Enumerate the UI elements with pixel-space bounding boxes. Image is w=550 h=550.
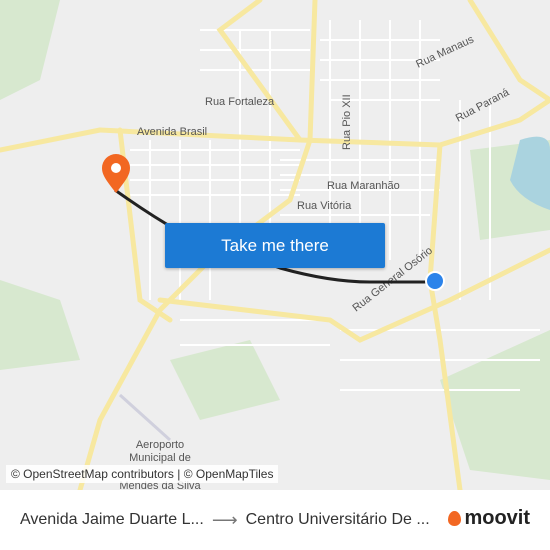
moovit-pin-icon <box>448 511 462 526</box>
street-label: Rua Vitória <box>297 200 352 212</box>
take-me-there-button[interactable]: Take me there <box>165 223 385 268</box>
arrow-right-icon: ⟶ <box>211 509 238 530</box>
street-label: Avenida Brasil <box>137 126 207 138</box>
moovit-logo[interactable]: moovit <box>448 507 530 530</box>
street-label: Rua Paraná <box>454 86 512 125</box>
origin-pin[interactable] <box>425 271 445 291</box>
map[interactable]: Rua Fortaleza Avenida Brasil Rua Pio XII… <box>0 0 550 490</box>
poi-label: Municipal de <box>129 452 191 464</box>
street-label: Rua Manaus <box>414 33 476 70</box>
route-footer: Avenida Jaime Duarte L... ⟶ Centro Unive… <box>0 490 550 550</box>
runway <box>118 393 172 442</box>
brand-name: moovit <box>464 507 530 529</box>
street-label: Rua Pio XII <box>341 94 353 150</box>
poi-label: Aeroporto <box>136 439 184 451</box>
street-label: Rua Fortaleza <box>205 96 275 108</box>
street-label: Rua Maranhão <box>327 180 400 192</box>
map-attribution[interactable]: © OpenStreetMap contributors | © OpenMap… <box>6 465 279 483</box>
origin-name: Avenida Jaime Duarte L... <box>20 511 204 528</box>
destination-name: Centro Universitário De ... <box>245 511 430 528</box>
